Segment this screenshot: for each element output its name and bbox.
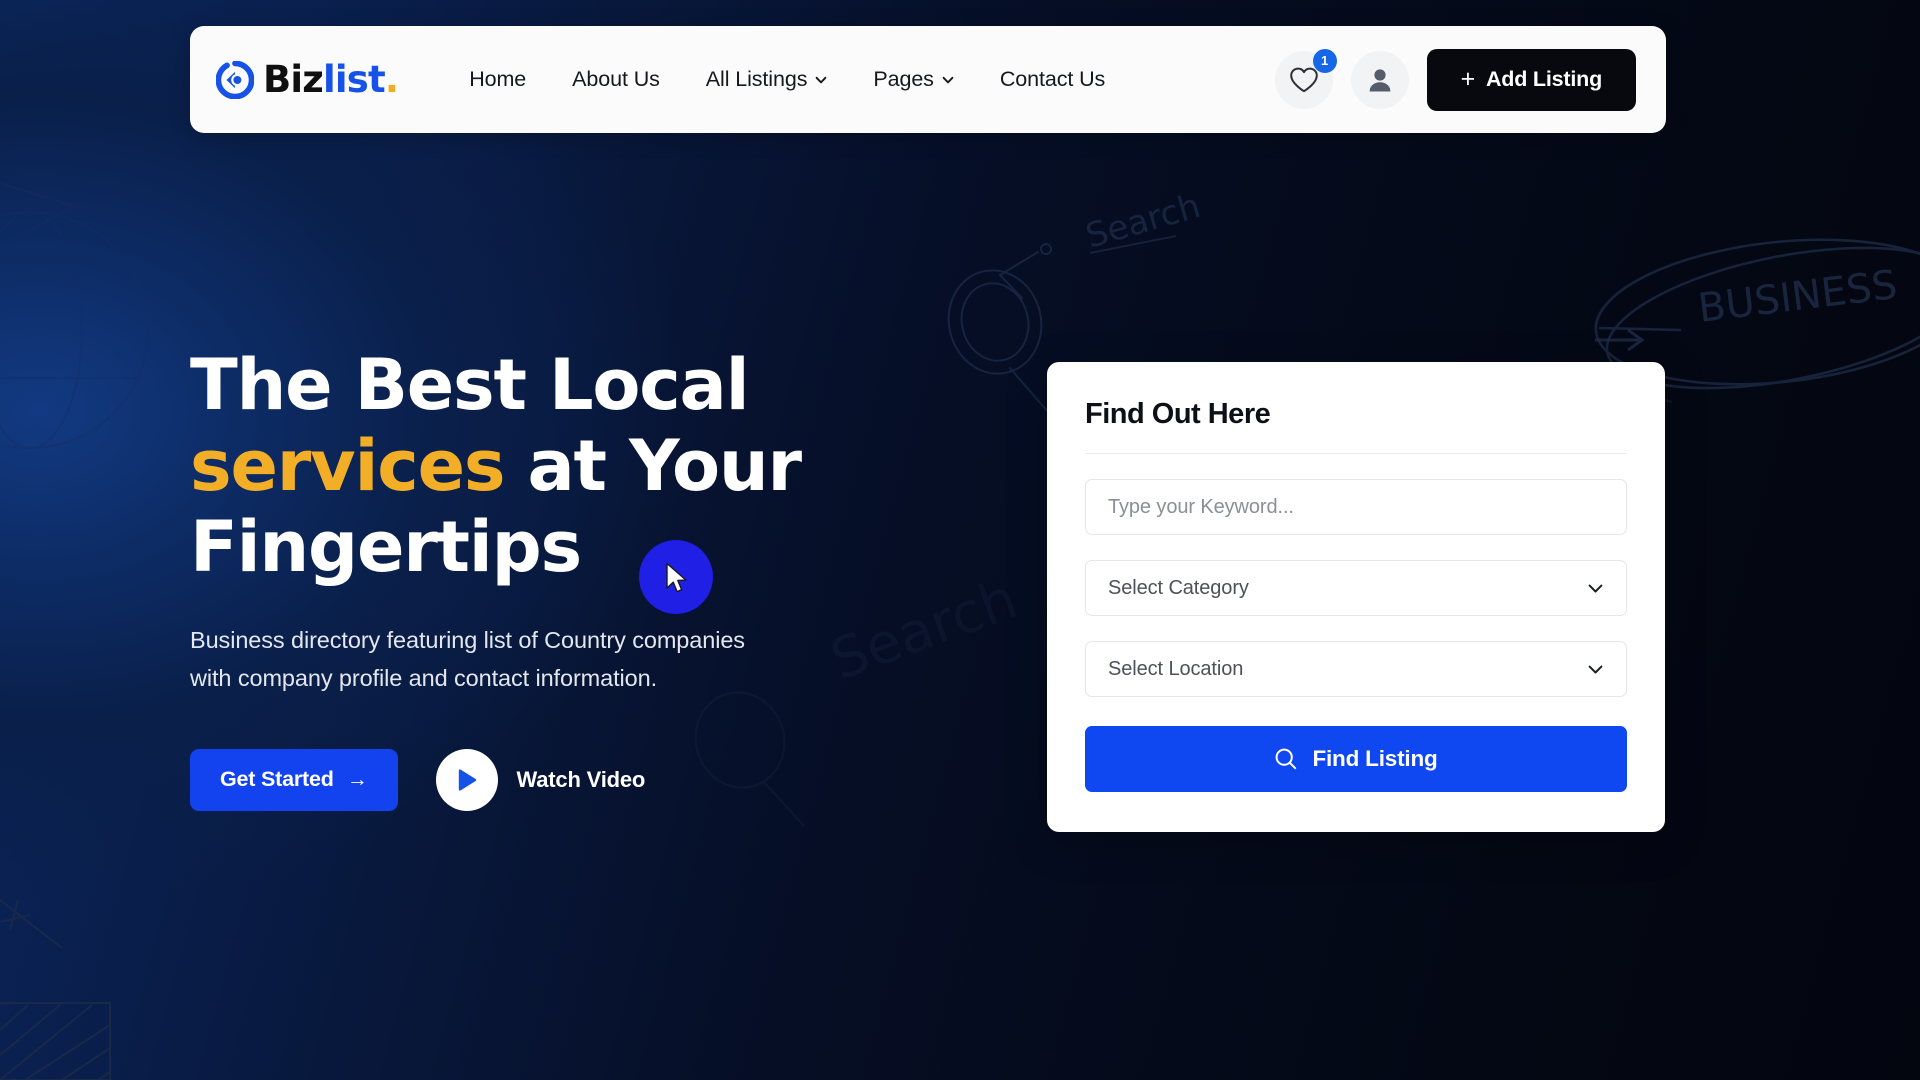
card-title: Find Out Here bbox=[1085, 398, 1627, 454]
account-button[interactable] bbox=[1350, 50, 1409, 109]
hero-title-line1: The Best Local bbox=[190, 344, 750, 426]
hero-action-row: Get Started → Watch Video bbox=[190, 748, 910, 811]
hero-title-line3: Fingertips bbox=[190, 506, 582, 589]
hero-content: The Best Local services at Your Fingerti… bbox=[190, 344, 910, 811]
nav-label: Home bbox=[469, 67, 527, 91]
nav-item-pages[interactable]: Pages bbox=[850, 57, 976, 102]
hero-title-accent: services bbox=[190, 425, 506, 508]
get-started-label: Get Started bbox=[220, 767, 334, 792]
brand-logo[interactable]: Bizlist. bbox=[216, 58, 399, 101]
plus-icon: + bbox=[1460, 65, 1476, 93]
chevron-down-icon bbox=[1588, 665, 1603, 673]
wishlist-badge-count: 1 bbox=[1312, 48, 1337, 73]
svg-text:Search: Search bbox=[1081, 186, 1204, 257]
circular-arrow-logo-icon bbox=[216, 60, 254, 99]
search-icon bbox=[1276, 748, 1297, 770]
header-actions: 1 + Add Listing bbox=[1274, 48, 1636, 111]
nav-item-home[interactable]: Home bbox=[446, 57, 549, 102]
nav-item-about-us[interactable]: About Us bbox=[549, 57, 683, 102]
hero-subtitle: Business directory featuring list of Cou… bbox=[190, 621, 890, 697]
nav-label: All Listings bbox=[705, 67, 808, 91]
play-icon bbox=[435, 748, 498, 811]
brand-name-part1: Biz bbox=[263, 58, 324, 101]
svg-text:BUSINESS: BUSINESS bbox=[1696, 262, 1900, 332]
nav-label: Pages bbox=[873, 67, 934, 91]
nav-label: About Us bbox=[572, 67, 660, 91]
add-listing-button[interactable]: + Add Listing bbox=[1426, 48, 1636, 111]
keyword-input[interactable] bbox=[1108, 495, 1604, 519]
find-out-here-card: Find Out Here Select Category Select Loc… bbox=[1047, 362, 1665, 832]
watch-video-button[interactable]: Watch Video bbox=[435, 748, 646, 811]
nav-item-all-listings[interactable]: All Listings bbox=[683, 57, 851, 102]
find-listing-label: Find Listing bbox=[1312, 746, 1438, 771]
page-root: Search BUSINESS Search Bizlist. Home Abo… bbox=[0, 0, 1920, 1080]
brand-name-part2: list bbox=[323, 58, 386, 101]
site-header: Bizlist. Home About Us All Listings Page… bbox=[190, 26, 1666, 133]
main-navigation: Home About Us All Listings Pages Contact… bbox=[446, 57, 1128, 102]
chevron-down-icon bbox=[816, 76, 827, 83]
keyword-field-wrapper[interactable] bbox=[1085, 479, 1627, 535]
nav-item-contact-us[interactable]: Contact Us bbox=[977, 57, 1128, 102]
user-avatar-icon bbox=[1369, 68, 1390, 91]
add-listing-label: Add Listing bbox=[1485, 67, 1602, 91]
chevron-down-icon bbox=[942, 76, 954, 83]
brand-wordmark: Bizlist. bbox=[263, 58, 399, 101]
category-select-value: Select Category bbox=[1108, 576, 1249, 599]
find-listing-button[interactable]: Find Listing bbox=[1085, 726, 1627, 792]
heart-icon bbox=[1289, 67, 1318, 92]
hero-title-line2-rest: at Your bbox=[504, 425, 802, 508]
hero-subtitle-line2: with company profile and contact informa… bbox=[190, 664, 658, 691]
location-select-value: Select Location bbox=[1108, 657, 1244, 680]
nav-label: Contact Us bbox=[999, 67, 1106, 91]
arrow-right-icon: → bbox=[346, 768, 368, 792]
brand-name-dot: . bbox=[384, 58, 399, 101]
category-select[interactable]: Select Category bbox=[1085, 560, 1627, 616]
location-select[interactable]: Select Location bbox=[1085, 641, 1627, 697]
watch-video-label: Watch Video bbox=[516, 766, 646, 792]
wishlist-button[interactable]: 1 bbox=[1274, 48, 1337, 109]
hero-subtitle-line1: Business directory featuring list of Cou… bbox=[190, 626, 745, 653]
chevron-down-icon bbox=[1588, 584, 1603, 592]
get-started-button[interactable]: Get Started → bbox=[190, 748, 398, 811]
hero-title: The Best Local services at Your Fingerti… bbox=[190, 344, 910, 589]
